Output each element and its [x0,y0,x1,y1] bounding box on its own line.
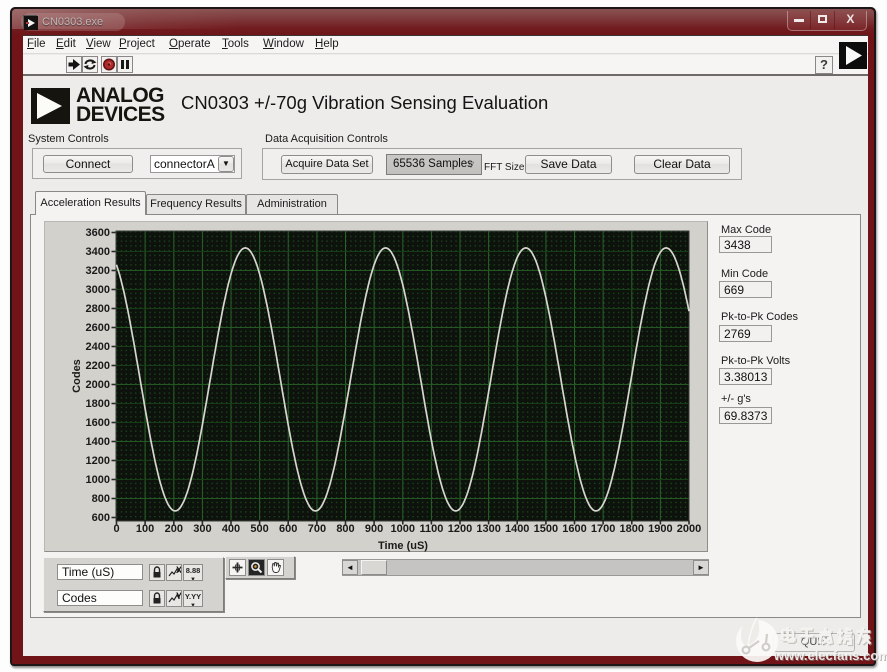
svg-text:300: 300 [193,523,211,535]
svg-text:1000: 1000 [86,474,110,486]
svg-text:2800: 2800 [86,303,110,315]
svg-text:1800: 1800 [620,523,644,535]
svg-text:1500: 1500 [534,523,558,535]
svg-text:1000: 1000 [391,523,415,535]
svg-text:500: 500 [250,523,268,535]
svg-text:1200: 1200 [86,455,110,467]
svg-text:400: 400 [222,523,240,535]
svg-text:1800: 1800 [86,398,110,410]
svg-text:1400: 1400 [86,436,110,448]
svg-text:800: 800 [336,523,354,535]
svg-text:2600: 2600 [86,322,110,334]
svg-text:1600: 1600 [562,523,586,535]
svg-text:Y: Y [176,591,182,601]
svg-text:600: 600 [92,512,110,524]
svg-text:Time (uS): Time (uS) [378,540,428,552]
svg-text:1700: 1700 [591,523,615,535]
svg-text:2000: 2000 [86,379,110,391]
svg-text:3400: 3400 [86,246,110,258]
svg-text:200: 200 [165,523,183,535]
svg-text:700: 700 [308,523,326,535]
svg-text:1600: 1600 [86,417,110,429]
svg-text:800: 800 [92,493,110,505]
svg-text:3200: 3200 [86,265,110,277]
svg-text:1400: 1400 [505,523,529,535]
svg-text:3000: 3000 [86,284,110,296]
svg-text:600: 600 [279,523,297,535]
svg-text:1200: 1200 [448,523,472,535]
svg-text:1100: 1100 [419,523,443,535]
svg-text:100: 100 [136,523,154,535]
svg-text:2400: 2400 [86,341,110,353]
svg-text:1900: 1900 [648,523,672,535]
svg-text:0: 0 [113,523,119,535]
svg-text:X: X [176,565,182,575]
svg-text:2200: 2200 [86,360,110,372]
svg-text:900: 900 [365,523,383,535]
svg-text:1300: 1300 [476,523,500,535]
svg-text:3600: 3600 [86,227,110,239]
svg-text:Codes: Codes [71,359,83,393]
svg-text:2000: 2000 [677,523,701,535]
